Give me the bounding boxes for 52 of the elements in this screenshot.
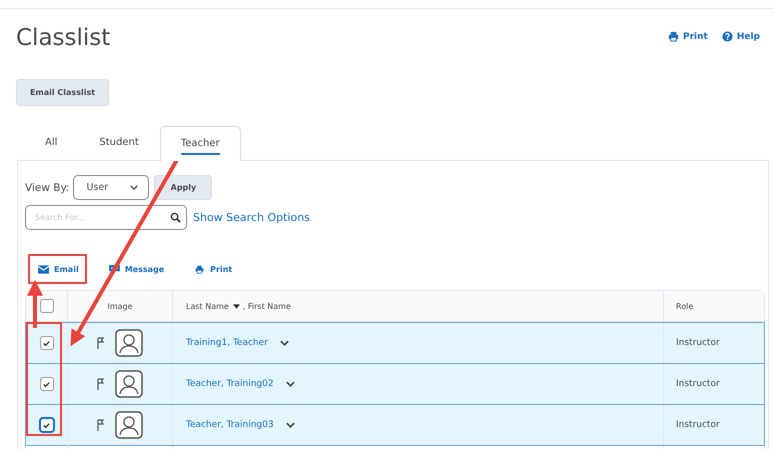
view-by-label: View By: bbox=[25, 182, 70, 194]
chevron-down-icon[interactable] bbox=[286, 381, 295, 387]
table-row[interactable]: Teacher, Training03 Instructor bbox=[25, 404, 765, 446]
user-name-link[interactable]: Training1, Teacher bbox=[186, 338, 268, 348]
chevron-down-icon bbox=[130, 185, 138, 190]
search-field[interactable]: Search For... bbox=[25, 205, 187, 230]
flag-icon bbox=[97, 378, 105, 390]
print-action[interactable]: Print bbox=[184, 254, 240, 284]
sort-header[interactable]: Last Name bbox=[186, 302, 229, 310]
user-avatar-icon bbox=[115, 329, 143, 357]
row-checkbox[interactable] bbox=[40, 336, 54, 350]
flag-icon bbox=[97, 419, 105, 431]
role-cell: Instructor bbox=[676, 379, 720, 389]
printer-icon bbox=[194, 264, 206, 274]
view-by-select[interactable]: User bbox=[73, 175, 150, 200]
tab[interactable]: Student bbox=[78, 126, 160, 160]
tab[interactable]: Teacher bbox=[160, 126, 241, 161]
envelope-icon bbox=[38, 264, 49, 274]
checkmark-icon bbox=[42, 420, 51, 430]
chevron-down-icon[interactable] bbox=[280, 340, 289, 346]
role-cell: Instructor bbox=[676, 420, 720, 430]
table-row[interactable]: Teacher, Training02 Instructor bbox=[25, 363, 765, 405]
row-checkbox[interactable] bbox=[40, 377, 54, 391]
annotation-arrow bbox=[27, 280, 43, 328]
column-header: Image bbox=[107, 302, 133, 310]
message-action[interactable]: Message bbox=[98, 254, 172, 284]
show-search-options-link[interactable]: Show Search Options bbox=[193, 211, 310, 224]
email-classlist-button[interactable]: Email Classlist bbox=[16, 79, 109, 106]
user-name-link[interactable]: Teacher, Training02 bbox=[186, 379, 274, 389]
tab[interactable]: All bbox=[24, 126, 78, 160]
user-name-link[interactable]: Teacher, Training03 bbox=[186, 420, 274, 430]
sort-header[interactable]: , First Name bbox=[242, 302, 291, 310]
user-avatar-icon bbox=[115, 411, 143, 439]
user-avatar-icon bbox=[115, 370, 143, 398]
search-icon bbox=[170, 212, 181, 223]
help-link[interactable]: Help bbox=[722, 31, 760, 42]
column-header: Role bbox=[676, 302, 694, 310]
print-link[interactable]: Print bbox=[668, 31, 708, 42]
page-title: Classlist bbox=[16, 25, 110, 51]
role-cell: Instructor bbox=[676, 338, 720, 348]
checkmark-icon bbox=[42, 380, 51, 388]
help-icon bbox=[722, 31, 733, 42]
email-action[interactable]: Email bbox=[28, 254, 87, 284]
flag-icon bbox=[97, 337, 105, 349]
table-row[interactable]: Training1, Teacher Instructor bbox=[25, 322, 765, 364]
chevron-down-icon[interactable] bbox=[286, 422, 295, 428]
sort-down-icon bbox=[232, 304, 240, 308]
printer-icon bbox=[668, 31, 679, 42]
speech-bubble-icon bbox=[108, 264, 120, 274]
select-all-checkbox[interactable] bbox=[40, 299, 54, 313]
apply-button[interactable]: Apply bbox=[154, 175, 212, 200]
checkmark-icon bbox=[42, 338, 51, 348]
